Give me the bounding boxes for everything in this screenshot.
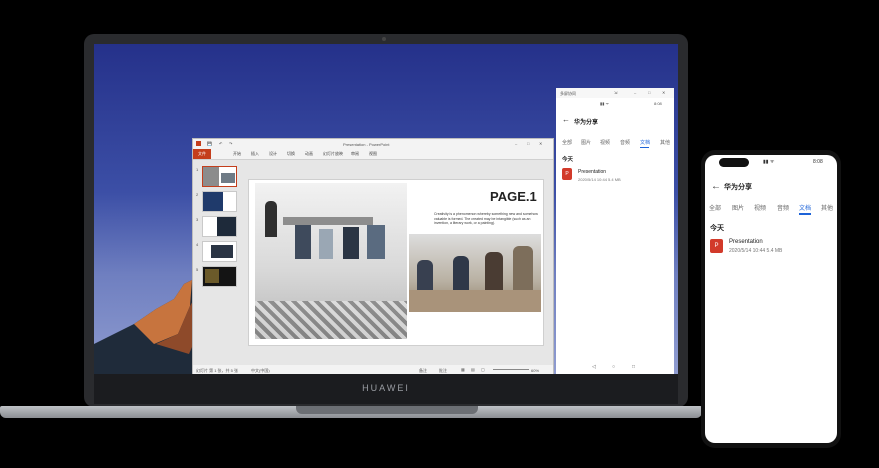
phone-screen[interactable]: ▮▮ ᯤ 8:08 ← 华为分享 全部 图片 视频 音频 文档 其他 今天 P … (705, 155, 837, 443)
zoom-level: 60% (531, 368, 540, 373)
ppt-window-title: Presentation - PowerPoint (343, 142, 390, 147)
back-arrow-icon[interactable]: ← (711, 181, 721, 192)
thumb-number: 3 (196, 217, 199, 222)
tab-all[interactable]: 全部 (709, 203, 721, 212)
slide-thumbnail[interactable] (202, 266, 237, 287)
tab-images[interactable]: 图片 (581, 139, 591, 146)
maximize-icon[interactable]: □ (527, 141, 529, 146)
tab-animations[interactable]: 动画 (305, 151, 313, 157)
normal-view-icon[interactable]: ▦ (461, 367, 465, 372)
thumb-number: 2 (196, 192, 199, 197)
slide-title: PAGE.1 (490, 189, 537, 204)
ppt-file-icon: P (562, 168, 572, 180)
page-title: 华为分享 (574, 120, 599, 126)
nav-back-icon[interactable]: ◁ (592, 364, 596, 370)
tab-insert[interactable]: 插入 (251, 151, 259, 157)
multi-screen-window[interactable]: 多屏协同 ⇲ – □ ✕ ▮▮ ᯤ 8:08 ← 华为分享 全部 图片 视频 音… (556, 88, 674, 374)
tab-file[interactable]: 文件 (193, 149, 211, 159)
tab-videos[interactable]: 视频 (600, 139, 610, 146)
tab-other[interactable]: 其他 (660, 139, 670, 146)
signal-icon: ▮▮ ᯤ (600, 101, 610, 106)
section-heading: 今天 (562, 157, 574, 163)
file-name[interactable]: Presentation (578, 169, 606, 175)
window-title: 多屏协同 (560, 91, 576, 96)
laptop-hinge-notch (296, 406, 478, 414)
webcam-icon (382, 37, 386, 41)
office-photo-left (255, 183, 407, 339)
tab-other[interactable]: 其他 (821, 203, 833, 212)
signal-icon: ▮▮ ᯤ (763, 159, 775, 165)
slide-thumbnail[interactable] (202, 241, 237, 262)
thumb-number: 1 (196, 167, 199, 172)
thumb-number: 5 (196, 267, 199, 272)
file-meta: 2020/5/14 10:44 5.4 MB (578, 177, 621, 182)
front-camera-pill (719, 158, 749, 167)
save-icon[interactable]: 💾 (207, 141, 212, 146)
powerpoint-window[interactable]: 💾 ↶ ↷ Presentation - PowerPoint – □ ✕ 开始… (192, 138, 554, 376)
close-icon[interactable]: ✕ (662, 90, 665, 95)
tab-all[interactable]: 全部 (562, 139, 572, 146)
maximize-icon[interactable]: □ (648, 90, 650, 95)
undo-icon[interactable]: ↶ (219, 141, 222, 146)
slide-canvas[interactable]: PAGE.1 Creativity is a phenomenon whereb… (248, 179, 544, 346)
zoom-slider[interactable] (493, 369, 529, 370)
tab-images[interactable]: 图片 (732, 203, 744, 212)
back-arrow-icon[interactable]: ← (562, 115, 570, 124)
thumb-number: 4 (196, 242, 199, 247)
pin-icon[interactable]: ⇲ (614, 90, 617, 95)
minimize-icon[interactable]: – (634, 90, 636, 95)
laptop-brand: HUAWEI (362, 383, 410, 393)
file-name[interactable]: Presentation (729, 239, 763, 245)
page-title: 华为分享 (724, 184, 752, 191)
nav-home-icon[interactable]: ○ (612, 364, 615, 370)
close-icon[interactable]: ✕ (539, 141, 542, 146)
nav-recents-icon[interactable]: □ (632, 364, 635, 370)
ppt-titlebar: 💾 ↶ ↷ Presentation - PowerPoint – □ ✕ (193, 139, 553, 149)
section-heading: 今天 (710, 225, 724, 232)
slide-body-text: Creativity is a phenomenon whereby somet… (434, 212, 538, 225)
reading-view-icon[interactable]: ▢ (481, 367, 485, 372)
status-time: 8:08 (813, 159, 823, 165)
ppt-file-icon: P (710, 239, 723, 253)
slide-thumbnail[interactable] (202, 216, 237, 237)
active-tab-indicator (640, 147, 649, 148)
active-tab-indicator (799, 213, 811, 215)
tab-audio[interactable]: 音频 (777, 203, 789, 212)
tab-documents[interactable]: 文档 (799, 203, 811, 212)
tab-review[interactable]: 审阅 (351, 151, 359, 157)
tab-home[interactable]: 开始 (233, 151, 241, 157)
tab-audio[interactable]: 音频 (620, 139, 630, 146)
tab-view[interactable]: 视图 (369, 151, 377, 157)
tab-documents[interactable]: 文档 (640, 139, 650, 146)
slide-thumbnails: 1 2 3 4 5 (193, 160, 237, 365)
slide-thumbnail[interactable] (202, 166, 237, 187)
office-photo-right (409, 234, 541, 312)
slide-thumbnail[interactable] (202, 191, 237, 212)
tab-slideshow[interactable]: 幻灯片放映 (323, 151, 343, 157)
tab-design[interactable]: 设计 (269, 151, 277, 157)
ppt-ribbon: 开始 插入 设计 切换 动画 幻灯片放映 审阅 视图 (193, 149, 553, 160)
tab-videos[interactable]: 视频 (754, 203, 766, 212)
redo-icon[interactable]: ↷ (229, 141, 232, 146)
minimize-icon[interactable]: – (515, 141, 517, 146)
status-time: 8:08 (654, 101, 662, 106)
file-meta: 2020/5/14 10:44 5.4 MB (729, 248, 783, 254)
window-titlebar: 多屏协同 ⇲ – □ ✕ (556, 88, 674, 98)
powerpoint-icon (196, 141, 201, 146)
tab-transitions[interactable]: 切换 (287, 151, 295, 157)
sorter-view-icon[interactable]: ▤ (471, 367, 475, 372)
phone-statusbar: ▮▮ ᯤ 8:08 (556, 98, 674, 108)
